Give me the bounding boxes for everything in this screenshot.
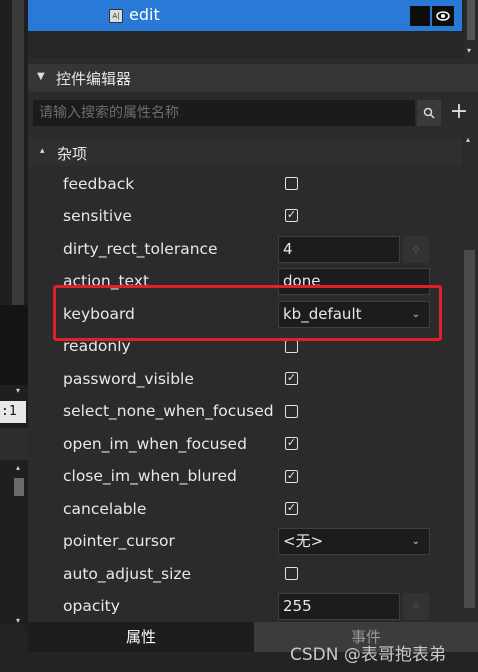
left-dark-area [0,305,28,385]
prop-label-dirty-rect-tolerance: dirty_rect_tolerance [63,240,218,258]
checkbox-auto-adjust-size[interactable] [285,567,298,580]
prop-label-auto-adjust-size: auto_adjust_size [63,565,192,583]
opacity-input[interactable]: 255 [278,593,400,620]
checkbox-open-im-when-focused[interactable]: ✓ [285,437,298,450]
section-title: 杂项 [57,145,88,163]
plus-icon[interactable]: + [447,98,471,126]
collapse-caret-icon[interactable]: ▴ [40,146,45,156]
dirty-rect-tolerance-input[interactable]: 4 [278,236,400,263]
checkbox-feedback[interactable] [285,177,298,190]
tab-properties[interactable]: 属性 [28,622,254,652]
prop-label-pointer-cursor: pointer_cursor [63,532,175,550]
left-scrollbar-thumb[interactable] [14,478,24,496]
prop-label-select-none-when-focused: select_none_when_focused [63,402,274,420]
prop-label-sensitive: sensitive [63,207,132,225]
prop-label-opacity: opacity [63,597,120,615]
left-scrollbar[interactable] [12,0,24,305]
edit-widget-icon: A| [109,9,123,23]
left-subpanel [0,428,28,460]
search-icon[interactable] [417,100,441,126]
section-header-misc[interactable] [28,138,462,166]
highlight-annotation [53,285,442,341]
scroll-down-arrow-icon[interactable]: ▾ [16,386,20,395]
property-search-input[interactable] [33,100,415,126]
prop-label-feedback: feedback [63,175,135,193]
scroll-up-arrow-icon[interactable]: ▴ [16,463,20,472]
editor-title: 控件编辑器 [56,70,132,88]
left-bottom-area [0,625,28,672]
tree-item-selected[interactable] [28,0,462,31]
property-scrollbar-thumb[interactable] [464,250,475,608]
checkbox-password-visible[interactable]: ✓ [285,372,298,385]
prop-label-open-im-when-focused: open_im_when_focused [63,435,247,453]
zoom-ratio-label: :1 [0,401,26,423]
checkbox-close-im-when-blured[interactable]: ✓ [285,470,298,483]
prop-label-close-im-when-blured: close_im_when_blured [63,467,237,485]
pointer-cursor-dropdown[interactable]: <无> ⌄ [278,528,430,555]
pointer-cursor-dropdown-value: <无> [283,532,324,550]
watermark-text: CSDN @表哥抱表弟 [290,645,446,665]
lock-toggle[interactable] [410,6,430,26]
collapse-caret-icon[interactable]: ▼ [37,71,45,82]
checkbox-readonly[interactable] [285,340,298,353]
eye-icon[interactable] [432,6,454,26]
spinner-icon[interactable]: ⁘ [403,593,429,620]
checkbox-cancelable[interactable]: ✓ [285,502,298,515]
scroll-down-arrow-icon[interactable]: ▾ [467,46,471,55]
checkbox-select-none-when-focused[interactable] [285,405,298,418]
spinner-icon[interactable]: ⁘ [403,236,429,263]
checkbox-sensitive[interactable]: ✓ [285,209,298,222]
tree-scrollbar-thumb[interactable] [467,0,475,40]
tree-item-label[interactable]: edit [129,5,160,24]
scroll-down-arrow-icon[interactable]: ▾ [16,616,20,625]
prop-label-cancelable: cancelable [63,500,147,518]
prop-label-password-visible: password_visible [63,370,194,388]
scroll-up-arrow-icon[interactable]: ▴ [466,135,470,144]
chevron-down-icon: ⌄ [411,536,420,547]
